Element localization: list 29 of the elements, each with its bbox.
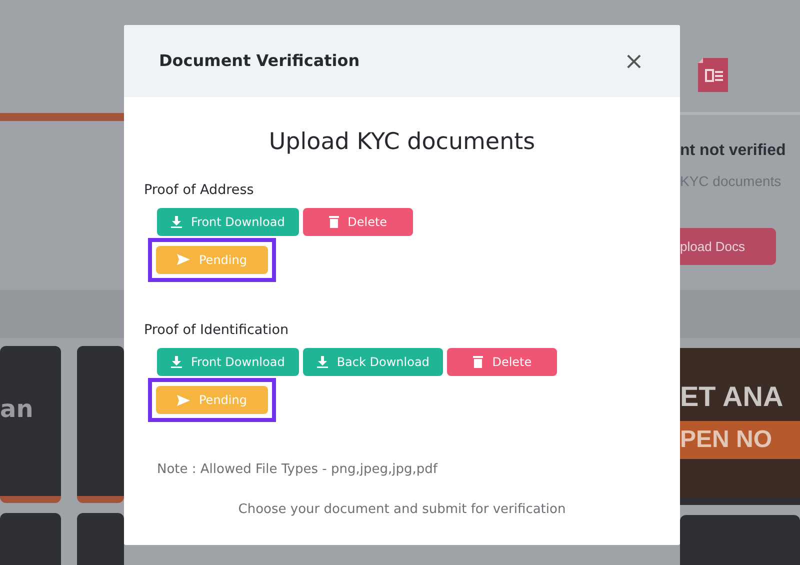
banner-cta: PEN NO: [680, 421, 800, 459]
dark-card: [77, 513, 124, 565]
download-icon: [316, 356, 328, 368]
trash-icon: [328, 216, 339, 228]
delete-button[interactable]: Delete: [447, 348, 558, 376]
note-text: Note : Allowed File Types - png,jpeg,jpg,pdf: [157, 461, 439, 479]
modal-title: Document Verification: [159, 51, 360, 71]
dark-card: [0, 513, 62, 565]
pending-button[interactable]: Pending: [156, 386, 268, 414]
delete-button[interactable]: Delete: [302, 208, 413, 236]
close-button[interactable]: ×: [620, 49, 648, 73]
footer-text: Choose your document and submit for verification: [237, 500, 567, 518]
section-heading: Upload KYC documents: [268, 128, 536, 157]
status-title: nt not verified: [680, 141, 787, 161]
banner-title: ET ANA: [680, 383, 784, 411]
document-icon: [698, 58, 728, 92]
section-label: Proof of Identification: [144, 320, 290, 340]
pending-button[interactable]: Pending: [156, 246, 268, 274]
download-button[interactable]: Front Download: [157, 348, 299, 376]
section-label: Proof of Address: [144, 180, 255, 200]
download-button[interactable]: Front Download: [157, 208, 299, 236]
send-icon: [177, 254, 190, 266]
upload-docs-button[interactable]: pload Docs: [680, 228, 776, 265]
send-icon: [177, 394, 190, 406]
download-button[interactable]: Back Download: [302, 348, 444, 376]
card-title: an: [0, 394, 34, 425]
download-icon: [171, 216, 182, 228]
trash-icon: [473, 356, 484, 368]
download-icon: [171, 356, 182, 368]
